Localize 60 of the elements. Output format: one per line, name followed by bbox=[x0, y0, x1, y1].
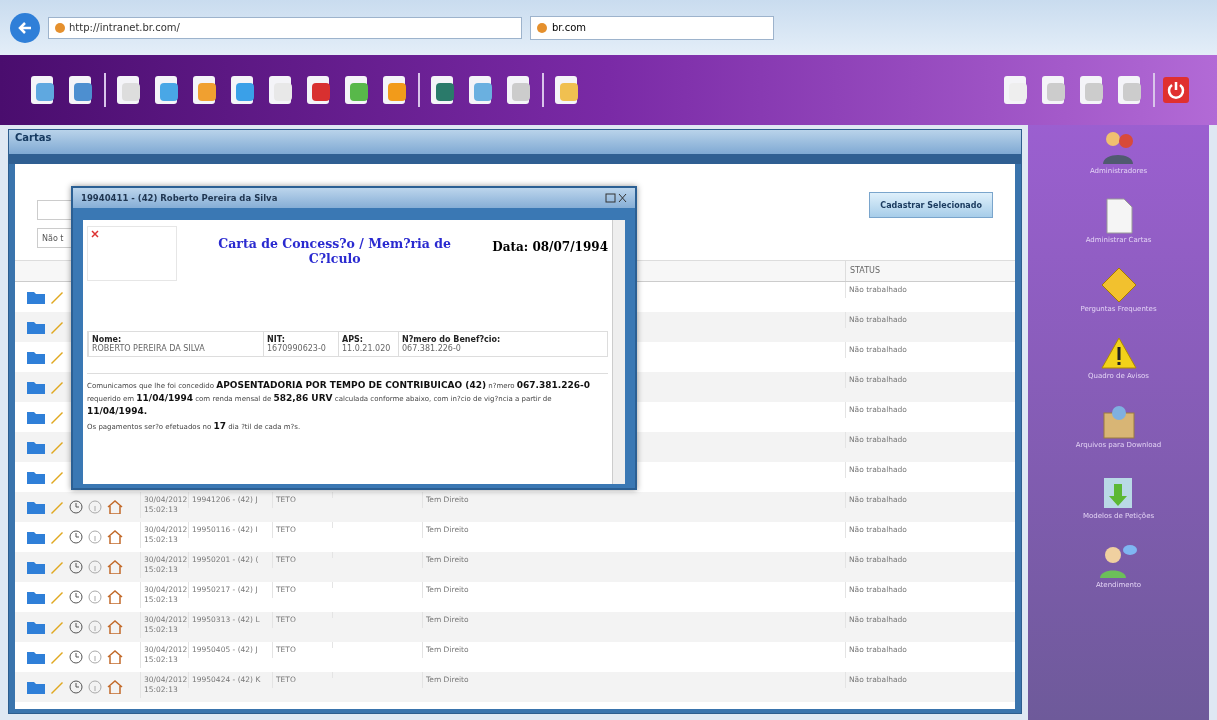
folder-icon[interactable] bbox=[27, 560, 45, 574]
field-value: 1670990623-0 bbox=[267, 344, 327, 353]
pencil-icon[interactable] bbox=[50, 470, 64, 484]
folder-icon[interactable] bbox=[27, 290, 45, 304]
user-icon bbox=[1098, 543, 1139, 579]
pencil-icon[interactable] bbox=[50, 650, 64, 664]
house-icon[interactable] bbox=[107, 620, 123, 634]
pencil-icon[interactable] bbox=[50, 590, 64, 604]
road-sign-icon bbox=[1100, 267, 1137, 303]
arrow-left-icon bbox=[18, 21, 32, 34]
scrollbar[interactable] bbox=[612, 220, 625, 484]
folder-icon[interactable] bbox=[27, 680, 45, 694]
pencil-icon[interactable] bbox=[50, 410, 64, 424]
back-button[interactable] bbox=[10, 12, 40, 43]
maximize-icon[interactable] bbox=[605, 193, 627, 203]
pencil-icon[interactable] bbox=[50, 530, 64, 544]
folder-icon[interactable] bbox=[27, 590, 45, 604]
broken-image-icon bbox=[91, 230, 99, 238]
pencil-icon[interactable] bbox=[50, 290, 64, 304]
address-bar[interactable]: http://intranet.br.com/ bbox=[48, 16, 522, 39]
field-label: NIT: bbox=[267, 335, 286, 344]
clock-icon[interactable] bbox=[69, 620, 83, 634]
folder-icon[interactable] bbox=[27, 350, 45, 364]
folder-icon[interactable] bbox=[27, 620, 45, 634]
house-icon[interactable] bbox=[107, 590, 123, 604]
browser-tab[interactable]: br.com bbox=[530, 15, 774, 40]
field-label: APS: bbox=[342, 335, 364, 344]
power-icon[interactable] bbox=[1163, 77, 1189, 103]
house-icon[interactable] bbox=[107, 530, 123, 544]
clock-icon[interactable] bbox=[69, 500, 83, 514]
folder-icon[interactable] bbox=[27, 500, 45, 514]
folder-icon[interactable] bbox=[27, 410, 45, 424]
pencil-icon[interactable] bbox=[50, 350, 64, 364]
folder-icon[interactable] bbox=[27, 530, 45, 544]
register-selected-button[interactable]: Cadastrar Selecionado bbox=[869, 192, 993, 218]
folder-icon[interactable] bbox=[27, 470, 45, 484]
window-title: Cartas bbox=[9, 130, 1021, 154]
folder-icon[interactable] bbox=[27, 380, 45, 394]
dialog-title: 19940411 - (42) Roberto Pereira da Silva bbox=[81, 193, 278, 203]
folder-icon[interactable] bbox=[27, 440, 45, 454]
field-value: 11.0.21.020 bbox=[342, 344, 392, 353]
folder-icon[interactable] bbox=[27, 650, 45, 664]
field-label: N?mero do Benef?cio: bbox=[402, 335, 502, 344]
clock-icon[interactable] bbox=[69, 560, 83, 574]
folder-icon[interactable] bbox=[27, 320, 45, 334]
field-label: Nome: bbox=[92, 335, 123, 344]
field-value: 067.381.226-0 bbox=[402, 344, 462, 353]
house-icon[interactable] bbox=[107, 680, 123, 694]
clock-icon[interactable] bbox=[69, 680, 83, 694]
clock-icon[interactable] bbox=[69, 530, 83, 544]
column-header: STATUS bbox=[845, 261, 985, 281]
field-value: ROBERTO PEREIRA DA SILVA bbox=[92, 344, 206, 353]
clock-icon[interactable] bbox=[69, 650, 83, 664]
house-icon[interactable] bbox=[107, 650, 123, 664]
box-icon bbox=[1101, 405, 1136, 439]
house-icon[interactable] bbox=[107, 500, 123, 514]
letter-heading: Carta de Concess?o / Mem?ria de C?lculo bbox=[217, 235, 452, 266]
letter-date: Data: 08/07/1994 bbox=[492, 239, 608, 254]
house-icon[interactable] bbox=[107, 560, 123, 574]
clock-icon[interactable] bbox=[69, 590, 83, 604]
